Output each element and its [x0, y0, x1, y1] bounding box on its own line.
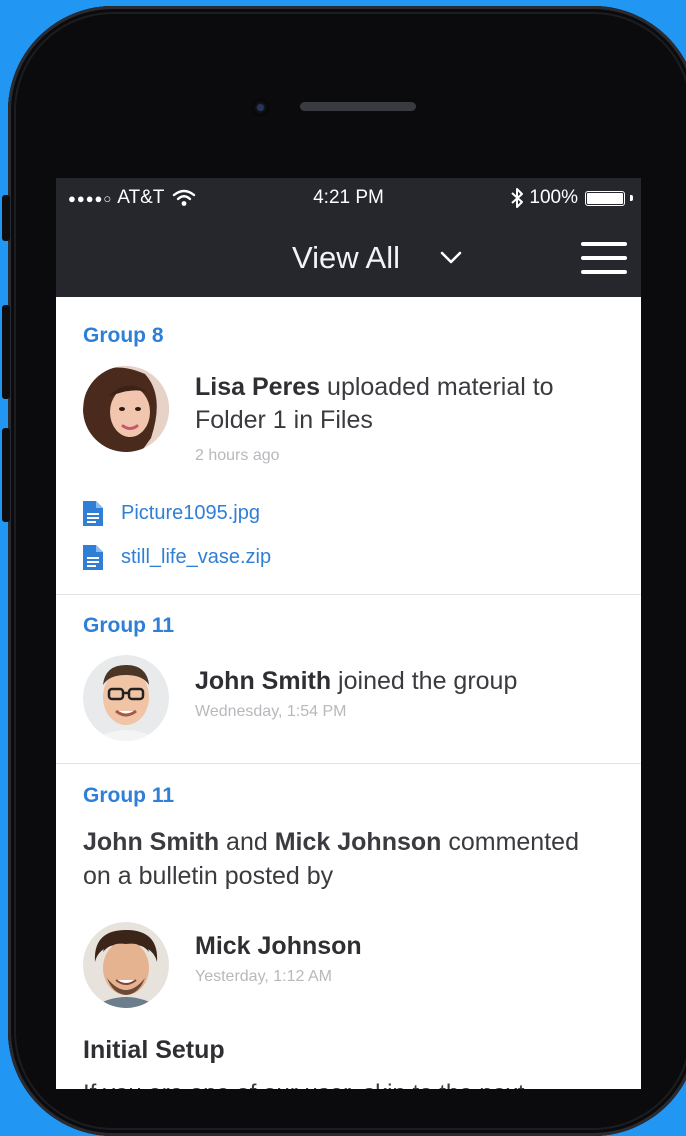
status-bar: ●●●●○ AT&T 4:21 PM 100% [56, 178, 641, 220]
activity-feed: Group 8 Lisa Peres uploaded material to … [56, 297, 641, 1089]
activity-timestamp: Yesterday, 1:12 AM [195, 968, 332, 985]
battery-percentage: 100% [529, 187, 578, 208]
activity-text: John Smith joined the group [195, 665, 517, 698]
group-link[interactable]: Group 8 [83, 324, 164, 348]
volume-down-button [2, 428, 10, 522]
hamburger-menu-icon[interactable] [581, 242, 627, 275]
activity-action: joined the group [331, 667, 518, 695]
bulletin-preview: If you are one of our user, skip to the … [83, 1080, 525, 1089]
document-icon [83, 545, 103, 570]
front-camera [252, 99, 269, 116]
battery-icon [585, 190, 625, 206]
avatar-mick-johnson[interactable] [83, 922, 169, 1008]
bulletin-title[interactable]: Initial Setup [83, 1036, 225, 1065]
activity-text: Lisa Peres uploaded material to Folder 1… [195, 371, 554, 437]
navigation-bar: View All [56, 220, 641, 297]
poster-name[interactable]: Mick Johnson [195, 932, 362, 960]
activity-action: uploaded material to [320, 373, 554, 401]
app-screen: ●●●●○ AT&T 4:21 PM 100% View All Group 8… [56, 178, 641, 1089]
feed-item: Group 8 Lisa Peres uploaded material to … [56, 297, 641, 595]
bluetooth-icon [511, 188, 524, 208]
chevron-down-icon[interactable] [438, 244, 464, 270]
activity-timestamp: 2 hours ago [195, 447, 280, 464]
document-icon [83, 501, 103, 526]
activity-conjunction: and [219, 828, 275, 856]
view-filter-title[interactable]: View All [292, 240, 400, 276]
activity-action-cont: on a bulletin posted by [83, 862, 334, 890]
feed-item: Group 11 John Smith and Mick Johnson com… [56, 764, 641, 1089]
volume-up-button [2, 305, 10, 399]
file-attachment[interactable]: still_life_vase.zip [83, 545, 271, 570]
feed-item: Group 11 John Smith joined the group Wed… [56, 595, 641, 764]
file-name[interactable]: still_life_vase.zip [121, 546, 271, 569]
actor-name[interactable]: Mick Johnson [275, 828, 442, 856]
battery-tip [630, 195, 633, 201]
poster-name-line: Mick Johnson [195, 930, 362, 963]
activity-action: commented [441, 828, 579, 856]
earpiece-speaker [300, 102, 416, 111]
group-link[interactable]: Group 11 [83, 614, 174, 638]
file-name[interactable]: Picture1095.jpg [121, 502, 260, 525]
activity-action-cont: Folder 1 in Files [195, 406, 373, 434]
actor-name[interactable]: John Smith [195, 667, 331, 695]
mute-switch [2, 195, 10, 241]
avatar-john-smith[interactable] [83, 655, 169, 741]
activity-timestamp: Wednesday, 1:54 PM [195, 703, 347, 720]
actor-name[interactable]: John Smith [83, 828, 219, 856]
file-attachment[interactable]: Picture1095.jpg [83, 501, 260, 526]
actor-name[interactable]: Lisa Peres [195, 373, 320, 401]
avatar-lisa-peres[interactable] [83, 366, 169, 452]
group-link[interactable]: Group 11 [83, 784, 174, 808]
activity-text: John Smith and Mick Johnson commented on… [83, 825, 579, 893]
